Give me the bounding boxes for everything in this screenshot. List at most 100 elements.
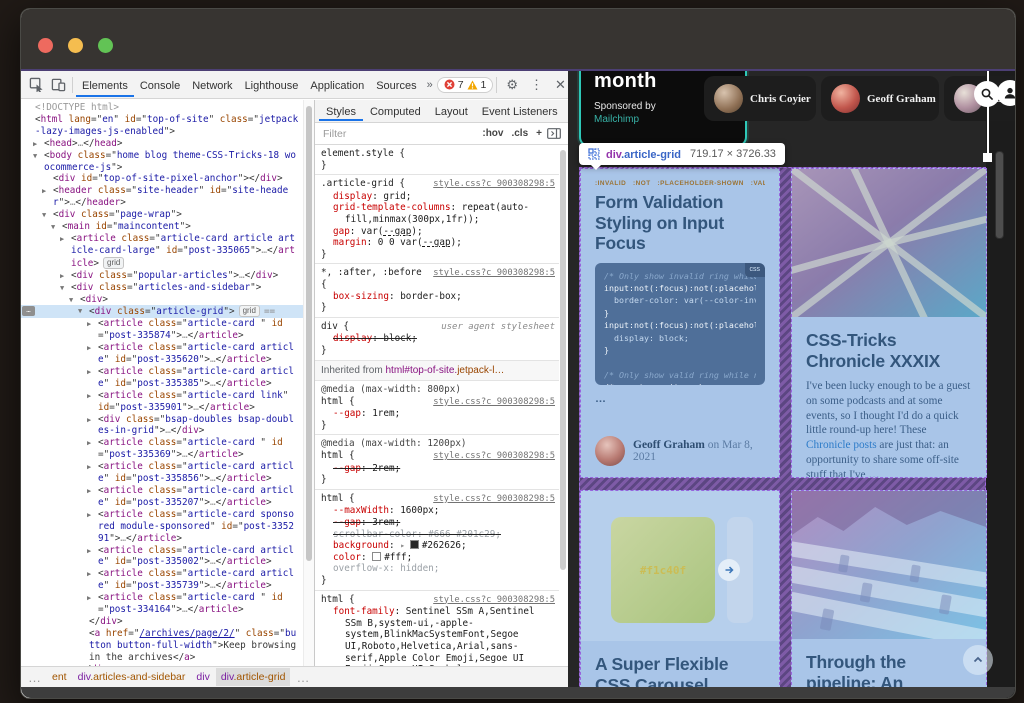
breadcrumb-item[interactable]: div [191,668,214,686]
dom-node[interactable]: <div id="top-of-site-pixel-anchor"></div… [21,173,303,185]
twisty-open-icon[interactable]: ▼ [78,306,82,318]
console-issues-badge[interactable]: 7 1 [437,77,494,93]
breadcrumb-item[interactable]: ent [47,668,72,686]
twisty-closed-icon[interactable]: ▶ [87,569,91,581]
styles-filter-input[interactable] [321,127,478,141]
card-title[interactable]: Form Validation Styling on Input Focus [595,192,765,254]
breadcrumb-overflow[interactable]: … [23,667,46,688]
window-scrollbar-thumb[interactable] [995,151,1004,239]
dom-node[interactable]: ▼<main id="maincontent"> [21,221,303,233]
author-name[interactable]: Geoff Graham [633,439,705,451]
twisty-closed-icon[interactable]: ▶ [87,486,91,498]
devtools-tab-lighthouse[interactable]: Lighthouse [239,73,305,97]
article-card-chronicle[interactable]: CHRONICLE PODCAST CSS-Tricks Chronicle X… [791,168,987,478]
breadcrumb-item-selected[interactable]: div.article-grid [216,668,291,686]
devtools-tab-network[interactable]: Network [186,73,238,97]
excerpt-link[interactable]: Chronicle posts [806,439,877,451]
devtools-tab-sources[interactable]: Sources [370,73,422,97]
scroll-to-top-button[interactable] [963,645,993,675]
twisty-closed-icon[interactable]: ▶ [87,438,91,450]
dom-node[interactable]: ▼<div> [21,294,303,306]
card-image-pipeline[interactable] [792,491,986,639]
elements-scrollbar[interactable] [303,100,314,667]
device-toolbar-icon[interactable] [47,74,69,96]
stylesheet-link[interactable]: style.css?c_900308298:5 [433,494,555,506]
dom-node[interactable]: <!DOCTYPE html> [21,102,303,114]
twisty-closed-icon[interactable]: ▶ [87,319,91,331]
dom-node[interactable]: ▶<article class="article-card " id="post… [21,318,303,342]
twisty-closed-icon[interactable]: ▶ [87,415,91,427]
more-actions-button[interactable]: … [22,306,35,316]
breadcrumb-item[interactable]: div.articles-and-sidebar [73,668,191,686]
author-chip-geoff-graham[interactable]: Geoff Graham [821,76,939,121]
stylesheet-link[interactable]: style.css?c_900308298:5 [433,451,555,463]
dom-node[interactable]: ▶<div class="popular-articles">…</div> [21,270,303,282]
article-card-form-validation[interactable]: :INVALID :NOT :PLACEHOLDER-SHOWN :VALID … [580,168,780,478]
dock-panel-icon[interactable] [546,123,562,145]
card-title[interactable]: CSS-Tricks Chronicle XXXIX [806,330,972,371]
toggle-class-button[interactable]: .cls [507,128,532,139]
dom-node[interactable]: <html lang="en" id="top-of-site" class="… [21,114,303,138]
dom-node[interactable]: ▶<article class="article-card article" i… [21,342,303,366]
rule-selector[interactable]: .article-grid { [321,178,405,190]
inherited-node-link[interactable]: jetpack-l… [457,365,504,376]
css-declaration[interactable]: overflow-x: hidden; [321,563,555,575]
author-row[interactable]: Geoff Graham on Mar 8, 2021 [595,436,765,466]
settings-gear-icon[interactable]: ⚙ [500,77,524,93]
twisty-closed-icon[interactable]: ▶ [42,186,46,198]
dom-node[interactable]: ▶<header class="site-header" id="site-he… [21,185,303,209]
rule-selector[interactable]: html { [321,594,355,606]
css-declaration[interactable]: --gap: 2rem; [321,463,555,475]
rule-selector[interactable]: element.style { [321,148,405,160]
scrollbar-thumb[interactable] [306,106,312,561]
css-declaration[interactable]: background: ▸ #262626; [321,540,555,552]
color-swatch[interactable] [372,552,381,561]
css-declaration[interactable]: box-sizing: border-box; [321,291,555,303]
devtools-tab-application[interactable]: Application [304,73,370,97]
css-declaration[interactable]: --gap: 3rem; [321,517,555,529]
article-card-pipeline[interactable]: BUILD TOOL Through the pipeline: An expl… [791,490,987,690]
breadcrumb-overflow[interactable]: … [291,667,314,688]
styles-tab-layout[interactable]: Layout [428,101,475,121]
stylesheet-link[interactable]: style.css?c_900308298:5 [433,268,555,280]
dom-node[interactable]: ▶<head>…</head> [21,138,303,150]
dom-node[interactable]: ▶<article class="article-card article" i… [21,568,303,592]
card-title[interactable]: Through the pipeline: An exploration of … [806,652,972,689]
dom-node[interactable]: ▼<div class="articles-and-sidebar"> [21,282,303,294]
article-card-carousel[interactable]: #f1c40f CAROUSEL SCROLL-SNAP A Super Fle… [580,490,780,690]
dom-node[interactable]: ▶<article class="article-card article" i… [21,545,303,569]
author-chip-chris-coyier[interactable]: Chris Coyier [704,76,816,121]
css-declaration[interactable]: display: block; [321,333,555,345]
rule-selector[interactable]: div { [321,321,349,333]
rule-selector[interactable]: html { [321,450,355,462]
card-image-starburst[interactable] [792,169,986,317]
css-declaration[interactable]: scrollbar-color: #666 #201c29; [321,529,555,541]
twisty-closed-icon[interactable]: ▶ [87,510,91,522]
css-declaration[interactable]: --maxWidth: 1600px; [321,505,555,517]
twisty-open-icon[interactable]: ▼ [33,151,37,163]
stylesheet-link[interactable]: style.css?c_900308298:5 [433,595,555,607]
zoom-window-button[interactable] [98,38,113,53]
dom-node[interactable]: ▶<article class="article-card article" i… [21,366,303,390]
css-declaration[interactable]: --gap: 1rem; [321,408,555,420]
stylesheet-link[interactable]: style.css?c_900308298:5 [433,179,555,191]
twisty-closed-icon[interactable]: ▶ [87,367,91,379]
styles-scrollbar[interactable] [560,150,566,570]
new-style-rule-button[interactable]: + [532,128,546,139]
styles-tab-styles[interactable]: Styles [319,101,363,121]
dom-node[interactable]: ▼<body class="home blog theme-CSS-Tricks… [21,150,303,174]
twisty-closed-icon[interactable]: ▶ [87,546,91,558]
twisty-closed-icon[interactable]: ▶ [87,391,91,403]
css-declaration[interactable]: margin: 0 0 var(--gap); [321,237,555,249]
grid-badge[interactable]: grid [239,305,260,317]
dom-node[interactable]: ▶<div class="bsap-doubles bsap-doubles-i… [21,414,303,438]
elements-dom-tree[interactable]: <!DOCTYPE html><html lang="en" id="top-o… [21,100,303,667]
dom-node[interactable]: ▶<article class="article-card article" i… [21,485,303,509]
twisty-closed-icon[interactable]: ▶ [87,343,91,355]
toggle-hover-state-button[interactable]: :hov [478,128,507,139]
dom-node[interactable]: ▶<article class="article-card sponsored … [21,509,303,545]
rule-selector[interactable]: html { [321,396,355,408]
rule-selector[interactable]: html { [321,493,355,505]
stylesheet-link[interactable]: style.css?c_900308298:5 [433,397,555,409]
styles-tab-event-listeners[interactable]: Event Listeners [475,101,565,121]
